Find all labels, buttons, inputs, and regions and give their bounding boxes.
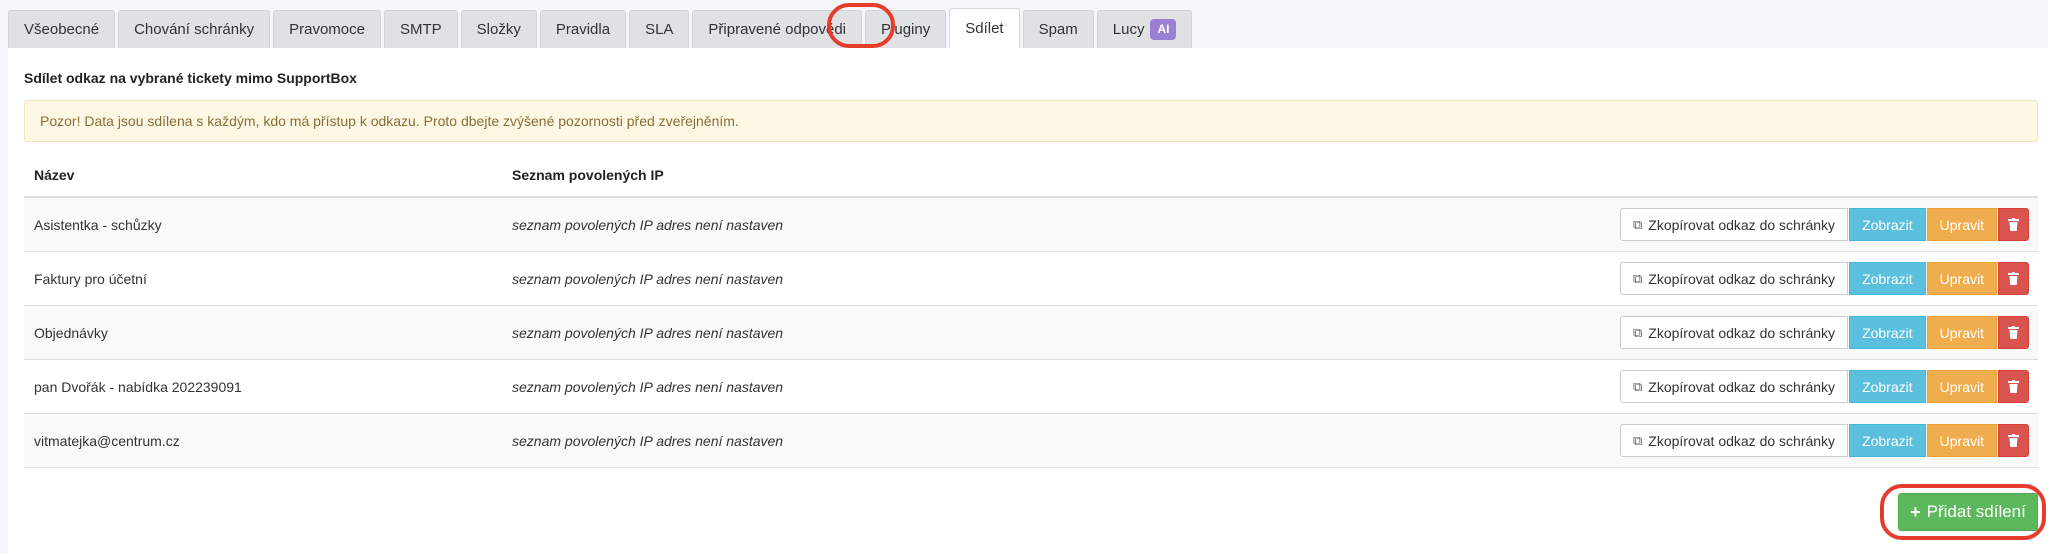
copy-link-button[interactable]: ⧉ Zkopírovat odkaz do schránky <box>1620 370 1849 403</box>
plus-icon: + <box>1910 501 1921 522</box>
tab-lucy[interactable]: Lucy AI <box>1096 10 1193 48</box>
tab-label: SLA <box>645 21 674 38</box>
row-name: Objednávky <box>34 324 108 341</box>
copy-icon: ⧉ <box>1633 432 1643 448</box>
row-actions: ⧉ Zkopírovat odkaz do schránky Zobrazit U… <box>1620 370 2029 403</box>
copy-label: Zkopírovat odkaz do schránky <box>1648 378 1836 395</box>
row-actions: ⧉ Zkopírovat odkaz do schránky Zobrazit U… <box>1620 262 2029 295</box>
header-name: Název <box>34 167 75 183</box>
show-button[interactable]: Zobrazit <box>1849 424 1926 457</box>
ai-badge: AI <box>1150 19 1177 40</box>
warning-alert: Pozor! Data jsou sdílena s každým, kdo m… <box>24 100 2038 142</box>
table-row: vitmatejka@centrum.cz seznam povolených … <box>24 414 2038 468</box>
show-button[interactable]: Zobrazit <box>1849 262 1926 295</box>
tab-label: SMTP <box>400 21 442 38</box>
delete-button[interactable] <box>1998 424 2029 457</box>
tab-label: Všeobecné <box>24 21 100 38</box>
table-row: Objednávky seznam povolených IP adres ne… <box>24 306 2038 360</box>
edit-button[interactable]: Upravit <box>1926 370 1997 403</box>
tab-label: Složky <box>476 21 521 38</box>
trash-icon <box>2008 434 2019 447</box>
row-name: Faktury pro účetní <box>34 270 147 287</box>
row-actions: ⧉ Zkopírovat odkaz do schránky Zobrazit U… <box>1620 424 2029 457</box>
row-ip: seznam povolených IP adres není nastaven <box>512 432 784 449</box>
tab-pripravene-odpovedi[interactable]: Připravené odpovědi <box>692 10 863 48</box>
trash-icon <box>2008 380 2019 393</box>
copy-link-button[interactable]: ⧉ Zkopírovat odkaz do schránky <box>1620 208 1849 241</box>
row-ip: seznam povolených IP adres není nastaven <box>512 324 784 341</box>
trash-icon <box>2008 272 2019 285</box>
table-header: Název Seznam povolených IP <box>24 154 2038 198</box>
trash-icon <box>2008 218 2019 231</box>
edit-button[interactable]: Upravit <box>1926 208 1997 241</box>
trash-icon <box>2008 326 2019 339</box>
copy-label: Zkopírovat odkaz do schránky <box>1648 324 1836 341</box>
row-name: Asistentka - schůzky <box>34 216 162 233</box>
row-actions: ⧉ Zkopírovat odkaz do schránky Zobrazit U… <box>1620 316 2029 349</box>
tab-label: Lucy <box>1112 21 1145 38</box>
show-button[interactable]: Zobrazit <box>1849 208 1926 241</box>
tab-pravomoce[interactable]: Pravomoce <box>273 10 381 48</box>
copy-icon: ⧉ <box>1633 270 1643 286</box>
row-ip: seznam povolených IP adres není nastaven <box>512 378 784 395</box>
delete-button[interactable] <box>1998 262 2029 295</box>
tab-chovani-schranky[interactable]: Chování schránky <box>118 10 271 48</box>
tab-pravidla[interactable]: Pravidla <box>539 10 627 48</box>
copy-icon: ⧉ <box>1633 324 1643 340</box>
tab-label: Chování schránky <box>134 21 255 38</box>
tab-label: Pluginy <box>881 21 931 38</box>
copy-label: Zkopírovat odkaz do schránky <box>1648 216 1836 233</box>
tab-label: Pravomoce <box>289 21 365 38</box>
settings-tabs: Všeobecné Chování schránky Pravomoce SMT… <box>8 8 1195 48</box>
tab-label: Spam <box>1038 21 1078 38</box>
tab-vseobecne[interactable]: Všeobecné <box>8 10 116 48</box>
edit-button[interactable]: Upravit <box>1926 424 1997 457</box>
tab-smtp[interactable]: SMTP <box>384 10 458 48</box>
tab-sdilet[interactable]: Sdílet <box>949 8 1020 48</box>
copy-label: Zkopírovat odkaz do schránky <box>1648 432 1836 449</box>
copy-icon: ⧉ <box>1633 216 1643 232</box>
edit-button[interactable]: Upravit <box>1926 262 1997 295</box>
tab-pluginy[interactable]: Pluginy <box>865 10 947 48</box>
section-title: Sdílet odkaz na vybrané tickety mimo Sup… <box>24 70 357 86</box>
row-actions: ⧉ Zkopírovat odkaz do schránky Zobrazit U… <box>1620 208 2029 241</box>
tab-slozky[interactable]: Složky <box>460 10 537 48</box>
row-name: pan Dvořák - nabídka 202239091 <box>34 378 242 395</box>
table-row: pan Dvořák - nabídka 202239091 seznam po… <box>24 360 2038 414</box>
copy-link-button[interactable]: ⧉ Zkopírovat odkaz do schránky <box>1620 424 1849 457</box>
show-button[interactable]: Zobrazit <box>1849 370 1926 403</box>
copy-link-button[interactable]: ⧉ Zkopírovat odkaz do schránky <box>1620 262 1849 295</box>
add-share-button[interactable]: + Přidat sdílení <box>1898 493 2038 531</box>
tab-label: Pravidla <box>555 21 611 38</box>
share-table: Název Seznam povolených IP Asistentka - … <box>24 154 2038 468</box>
header-ip: Seznam povolených IP <box>512 167 664 183</box>
table-row: Faktury pro účetní seznam povolených IP … <box>24 252 2038 306</box>
edit-button[interactable]: Upravit <box>1926 316 1997 349</box>
row-ip: seznam povolených IP adres není nastaven <box>512 216 784 233</box>
share-panel: Sdílet odkaz na vybrané tickety mimo Sup… <box>8 48 2048 554</box>
add-share-label: Přidat sdílení <box>1926 502 2026 521</box>
tab-spam[interactable]: Spam <box>1022 10 1094 48</box>
row-name: vitmatejka@centrum.cz <box>34 432 180 449</box>
tab-label: Připravené odpovědi <box>708 21 847 38</box>
row-ip: seznam povolených IP adres není nastaven <box>512 270 784 287</box>
delete-button[interactable] <box>1998 370 2029 403</box>
delete-button[interactable] <box>1998 316 2029 349</box>
copy-link-button[interactable]: ⧉ Zkopírovat odkaz do schránky <box>1620 316 1849 349</box>
delete-button[interactable] <box>1998 208 2029 241</box>
tab-sla[interactable]: SLA <box>629 10 690 48</box>
show-button[interactable]: Zobrazit <box>1849 316 1926 349</box>
table-row: Asistentka - schůzky seznam povolených I… <box>24 198 2038 252</box>
tab-label: Sdílet <box>965 20 1004 37</box>
copy-label: Zkopírovat odkaz do schránky <box>1648 270 1836 287</box>
copy-icon: ⧉ <box>1633 378 1643 394</box>
